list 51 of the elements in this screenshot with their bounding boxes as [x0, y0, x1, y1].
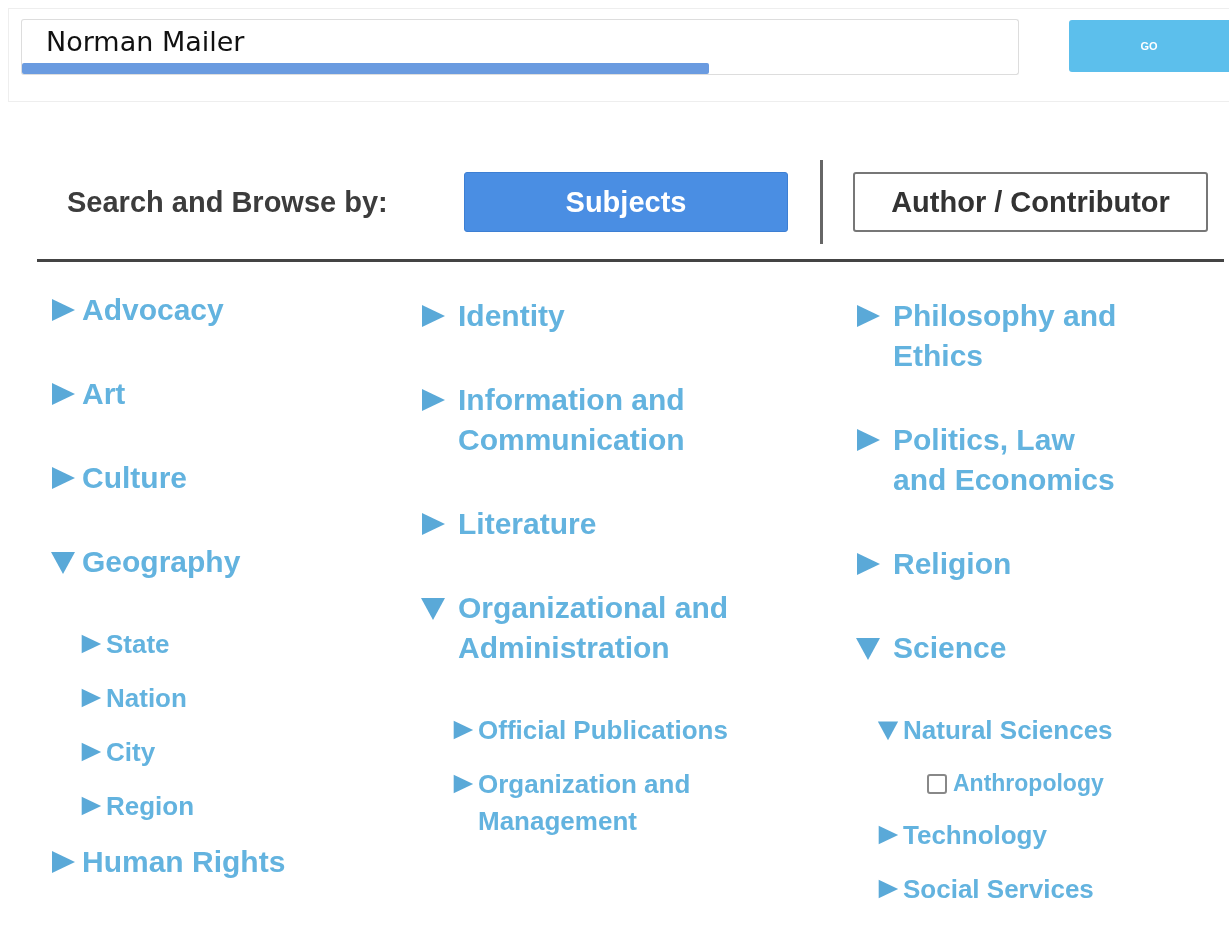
category-link[interactable]: Advocacy	[82, 290, 224, 330]
right-triangle-icon[interactable]	[877, 878, 899, 900]
category-link[interactable]: Anthropology	[953, 766, 1104, 800]
category-link[interactable]: Identity	[458, 296, 565, 336]
right-triangle-icon[interactable]	[420, 303, 446, 329]
category-link[interactable]: Politics, Law and Economics	[893, 420, 1125, 500]
category-link[interactable]: Region	[106, 788, 195, 825]
right-triangle-icon[interactable]	[80, 795, 102, 817]
right-triangle-icon[interactable]	[855, 551, 881, 577]
category-link[interactable]: State	[106, 626, 170, 663]
category-link[interactable]: Natural Sciences	[903, 712, 1113, 749]
category-link[interactable]: Official Publications	[478, 712, 728, 749]
right-triangle-icon[interactable]	[452, 719, 474, 741]
right-triangle-icon[interactable]	[452, 773, 474, 795]
browse-label: Search and Browse by:	[67, 185, 389, 219]
category-link[interactable]: Organization and Management	[478, 766, 778, 840]
tab[interactable]: Subjects	[464, 172, 788, 232]
tab[interactable]: Author / Contributor	[853, 172, 1208, 232]
category-link[interactable]: Nation	[106, 680, 187, 717]
category-link[interactable]: Art	[82, 374, 126, 414]
category-link[interactable]: Culture	[82, 458, 187, 498]
category-link[interactable]: Philosophy and Ethics	[893, 296, 1125, 376]
category-link[interactable]: Science	[893, 628, 1007, 668]
right-triangle-icon[interactable]	[50, 465, 76, 491]
category-link[interactable]: Information and Communication	[458, 380, 763, 460]
category-link[interactable]: Literature	[458, 504, 597, 544]
right-triangle-icon[interactable]	[80, 741, 102, 763]
right-triangle-icon[interactable]	[855, 303, 881, 329]
checkbox[interactable]	[927, 774, 947, 794]
category-link[interactable]: City	[106, 734, 156, 771]
right-triangle-icon[interactable]	[80, 633, 102, 655]
down-triangle-icon[interactable]	[420, 595, 446, 621]
down-triangle-icon[interactable]	[855, 635, 881, 661]
go-button[interactable]: GO	[1069, 20, 1229, 72]
search-field[interactable]: Norman Mailer	[21, 19, 1019, 64]
category-link[interactable]: Social Services	[903, 871, 1094, 908]
right-triangle-icon[interactable]	[420, 387, 446, 413]
right-triangle-icon[interactable]	[50, 297, 76, 323]
right-triangle-icon[interactable]	[855, 427, 881, 453]
right-triangle-icon[interactable]	[420, 511, 446, 537]
category-link[interactable]: Organizational and Administration	[458, 588, 763, 668]
category-link[interactable]: Geography	[82, 542, 241, 582]
right-triangle-icon[interactable]	[50, 849, 76, 875]
category-link[interactable]: Technology	[903, 817, 1047, 854]
right-triangle-icon[interactable]	[80, 687, 102, 709]
category-link[interactable]: Human Rights	[82, 842, 286, 882]
down-triangle-icon[interactable]	[877, 719, 899, 741]
down-triangle-icon[interactable]	[50, 549, 76, 575]
right-triangle-icon[interactable]	[877, 824, 899, 846]
right-triangle-icon[interactable]	[50, 381, 76, 407]
category-link[interactable]: Religion	[893, 544, 1012, 584]
